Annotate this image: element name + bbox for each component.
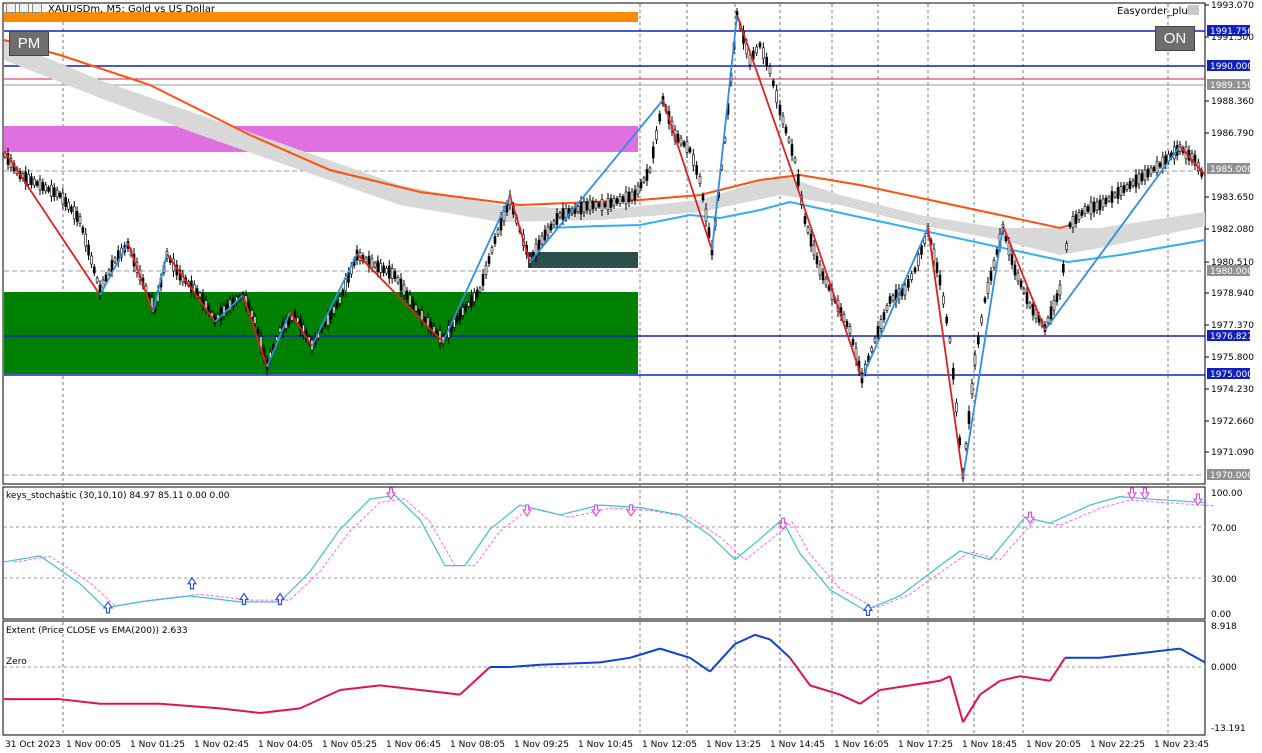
time-tick-label: 1 Nov 04:05 [258,740,313,750]
time-tick-label: 31 Oct 2023 [5,740,61,750]
on-button[interactable]: ON [1155,26,1195,51]
stochastic-axis: 100.00 70.00 30.00 0.00 [1211,489,1243,620]
price-highlight-label: 1989.150 [1210,81,1253,91]
time-tick-label: 1 Nov 09:25 [514,740,569,750]
price-highlight-label: 1980.000 [1210,267,1253,277]
time-tick-label: 1 Nov 22:25 [1090,740,1145,750]
price-tick-label: 1988.360 [1211,97,1254,107]
expert-name: Easyorder_plus [1117,6,1193,17]
price-highlight-label: 1975.000 [1210,370,1253,380]
price-highlight-label: 1985.000 [1210,165,1253,175]
stochastic-level-label: 70.00 [1211,524,1237,534]
extent-level-label: 0.000 [1211,663,1237,673]
price-axis-highlights: 1991.756 1990.000 1989.150 1985.000 1980.000… [1207,25,1253,481]
time-axis: 31 Oct 2023 1 Nov 00:05 1 Nov 01:25 1 Nov 0… [5,740,1209,750]
time-tick-label: 1 Nov 02:45 [194,740,249,750]
price-tick-label: 1978.940 [1211,289,1254,299]
time-tick-label: 1 Nov 16:05 [834,740,889,750]
stochastic-level-label: 0.00 [1211,610,1231,620]
time-tick-label: 1 Nov 12:05 [642,740,697,750]
time-tick-label: 1 Nov 05:25 [322,740,377,750]
time-tick-label: 1 Nov 14:45 [770,740,825,750]
price-highlight-label: 1970.000 [1210,471,1253,481]
time-tick-label: 1 Nov 20:05 [1026,740,1081,750]
price-tick-label: 1971.090 [1211,448,1254,458]
chart-title: XAUUSDm, M5: Gold vs US Dollar [48,4,215,15]
chart-restore-icon[interactable] [19,3,29,13]
stochastic-level-label: 100.00 [1211,489,1243,499]
time-tick-label: 1 Nov 08:05 [450,740,505,750]
pm-button[interactable]: PM [9,31,49,56]
extent-pane[interactable] [2,620,1206,736]
magenta-zone [4,126,638,152]
price-tick-label: 1982.080 [1211,225,1254,235]
trading-chart[interactable]: 1993.0701991.5001988.3601986.7901983.650… [0,0,1262,753]
time-tick-label: 1 Nov 23:45 [1154,740,1209,750]
stochastic-level-label: 30.00 [1211,575,1237,585]
extent-zero-label: Zero [6,657,27,667]
stochastic-pane[interactable] [2,486,1206,620]
chart-menu-icon[interactable] [6,3,16,13]
price-tick-label: 1986.790 [1211,129,1254,139]
price-tick-label: 1977.370 [1211,321,1254,331]
time-tick-label: 1 Nov 13:25 [706,740,761,750]
time-tick-label: 1 Nov 17:25 [898,740,953,750]
time-tick-label: 1 Nov 10:45 [578,740,633,750]
expert-hat-icon [1187,5,1199,15]
extent-title: Extent (Price CLOSE vs EMA(200)) 2.633 [6,626,188,636]
green-zone [4,292,638,374]
extent-axis: 8.918 0.000 -13.191 [1211,622,1246,734]
stochastic-title: keys_stochastic (30,10,10) 84.97 85.11 0… [6,491,230,501]
dark-zone [528,252,638,268]
time-tick-label: 1 Nov 06:45 [386,740,441,750]
price-tick-label: 1974.230 [1211,385,1254,395]
price-highlight-label: 1991.756 [1210,27,1253,37]
time-tick-label: 1 Nov 18:45 [962,740,1017,750]
price-tick-label: 1983.650 [1211,193,1254,203]
extent-level-label: -13.191 [1211,724,1246,734]
time-tick-label: 1 Nov 00:05 [66,740,121,750]
price-tick-label: 1972.660 [1211,417,1254,427]
price-tick-label: 1975.800 [1211,353,1254,363]
chart-close-icon[interactable] [32,3,42,13]
price-highlight-label: 1976.827 [1210,332,1253,342]
time-tick-label: 1 Nov 01:25 [130,740,185,750]
price-tick-label: 1993.070 [1211,1,1254,11]
price-highlight-label: 1990.000 [1210,62,1253,72]
extent-level-label: 8.918 [1211,622,1237,632]
